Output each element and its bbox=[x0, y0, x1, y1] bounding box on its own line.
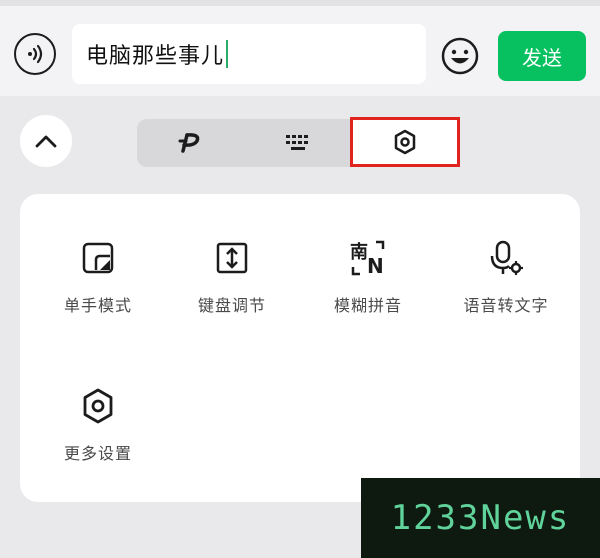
tab-settings[interactable] bbox=[350, 117, 460, 167]
send-button[interactable]: 发送 bbox=[498, 31, 586, 81]
watermark-text: 1233News bbox=[390, 498, 571, 538]
emoji-icon bbox=[441, 37, 479, 75]
watermark: 1233News bbox=[361, 478, 600, 558]
message-input-text: 电脑那些事儿 bbox=[86, 44, 225, 69]
voice-to-text-icon bbox=[490, 240, 523, 275]
tab-keyboard[interactable] bbox=[244, 119, 351, 167]
more-settings-icon bbox=[83, 388, 113, 424]
keyboard-resize-label: 键盘调节 bbox=[197, 296, 266, 315]
message-input[interactable]: 电脑那些事儿 bbox=[72, 24, 426, 84]
tab-handwriting[interactable] bbox=[137, 119, 244, 167]
text-caret bbox=[226, 40, 229, 68]
keyboard-icon bbox=[285, 135, 308, 150]
one-hand-mode-tile[interactable]: 单手模式 bbox=[28, 238, 168, 316]
more-settings-tile[interactable]: 更多设置 bbox=[28, 386, 168, 464]
voice-icon bbox=[28, 44, 43, 64]
one-hand-mode-icon bbox=[82, 242, 114, 274]
chevron-up-icon bbox=[35, 135, 57, 148]
more-settings-label: 更多设置 bbox=[63, 444, 132, 463]
keyboard-resize-icon bbox=[216, 242, 248, 274]
emoji-button[interactable] bbox=[440, 36, 480, 76]
input-bar: 电脑那些事儿 发送 bbox=[0, 0, 600, 96]
one-hand-mode-label: 单手模式 bbox=[63, 296, 132, 315]
voice-to-text-tile[interactable]: 语音转文字 bbox=[436, 238, 576, 316]
fuzzy-pinyin-label: 模糊拼音 bbox=[333, 296, 402, 315]
fuzzy-pinyin-tile[interactable]: 南 N 模糊拼音 bbox=[298, 238, 438, 316]
voice-to-text-label: 语音转文字 bbox=[463, 296, 549, 315]
keyboard-resize-tile[interactable]: 键盘调节 bbox=[162, 238, 302, 316]
voice-input-button[interactable] bbox=[14, 33, 56, 75]
p-handwriting-icon bbox=[178, 133, 199, 153]
collapse-button[interactable] bbox=[20, 115, 72, 167]
hexagon-settings-icon bbox=[394, 129, 416, 155]
settings-panel: 单手模式 键盘调节 南 N 模糊拼音 语音转文字 更多设置 bbox=[20, 194, 580, 502]
fuzzy-pinyin-icon: 南 N bbox=[350, 240, 386, 278]
